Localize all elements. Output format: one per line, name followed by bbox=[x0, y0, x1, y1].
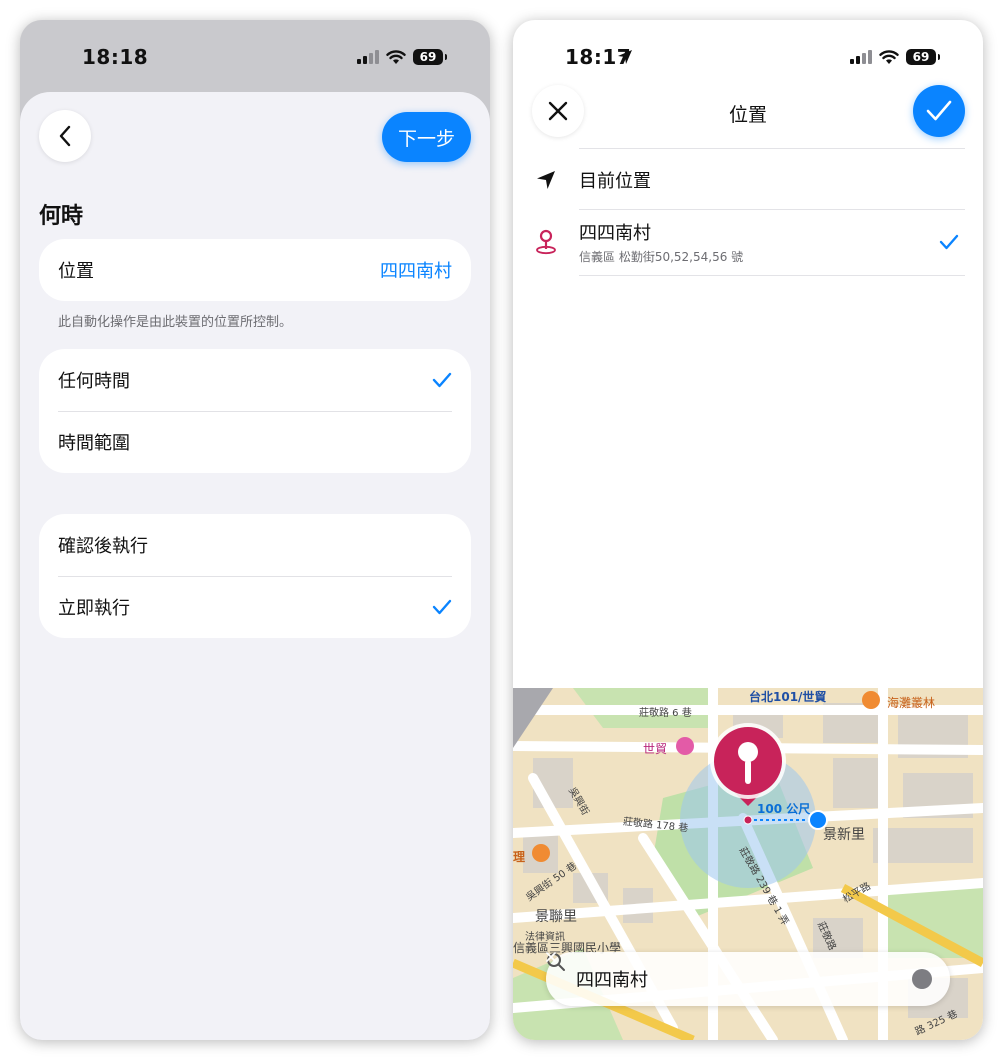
map-label: 台北101/世貿 bbox=[749, 690, 827, 704]
section-heading: 何時 bbox=[39, 204, 84, 229]
map-label: 莊敬路 6 巷 bbox=[639, 708, 692, 719]
current-location-row[interactable]: 目前位置 bbox=[513, 160, 983, 200]
clear-icon bbox=[546, 952, 556, 962]
right-phone-screen: 18:17 69 位置 目前位置 四四南村 信義區 松勤街50,52,54,56… bbox=[513, 20, 983, 1040]
wifi-icon bbox=[386, 49, 406, 64]
checkmark-icon bbox=[926, 100, 952, 121]
current-location-label: 目前位置 bbox=[579, 171, 651, 192]
automation-sheet: 下一步 何時 位置 四四南村 此自動化操作是由此裝置的位置所控制。 任何時間 時… bbox=[20, 92, 490, 1040]
status-bar: 18:18 69 bbox=[20, 20, 490, 92]
left-phone-screen: 18:18 69 下一步 何時 位置 四四南村 此自動化操作是由此裝置的位置所控… bbox=[20, 20, 490, 1040]
battery-indicator: 69 bbox=[906, 49, 940, 65]
cellular-signal-icon bbox=[357, 50, 379, 64]
run-options-card: 確認後執行 立即執行 bbox=[39, 514, 471, 638]
time-options-card: 任何時間 時間範圍 bbox=[39, 349, 471, 473]
clear-search-button[interactable] bbox=[546, 952, 932, 989]
status-icons: 69 bbox=[850, 49, 940, 65]
cellular-signal-icon bbox=[850, 50, 872, 64]
option-any-time[interactable]: 任何時間 bbox=[39, 349, 471, 411]
option-label: 立即執行 bbox=[58, 598, 130, 619]
option-label: 時間範圍 bbox=[58, 433, 130, 454]
divider bbox=[579, 209, 965, 210]
map-view[interactable]: 台北101/世貿 海灘叢林 莊敬路 6 巷 世貿 吳興街 莊敬路 178 巷 1… bbox=[513, 688, 983, 1040]
status-icons: 69 bbox=[357, 49, 447, 65]
checkmark-icon bbox=[432, 372, 452, 388]
next-button[interactable]: 下一步 bbox=[381, 112, 471, 162]
status-bar: 18:17 69 bbox=[513, 20, 983, 92]
place-text: 四四南村 信義區 松勤街50,52,54,56 號 bbox=[579, 219, 743, 265]
location-row-value: 四四南村 bbox=[380, 261, 452, 282]
place-row[interactable]: 四四南村 信義區 松勤街50,52,54,56 號 bbox=[513, 218, 983, 266]
wifi-icon bbox=[879, 49, 899, 64]
map-label: 景新里 bbox=[823, 827, 865, 843]
search-input[interactable]: 四四南村 bbox=[576, 966, 648, 992]
location-row-label: 位置 bbox=[58, 261, 94, 282]
location-row[interactable]: 位置 四四南村 bbox=[39, 239, 471, 301]
option-label: 確認後執行 bbox=[58, 536, 148, 557]
divider bbox=[579, 275, 965, 276]
location-arrow-icon bbox=[513, 170, 579, 190]
location-card: 位置 四四南村 bbox=[39, 239, 471, 301]
checkmark-icon bbox=[432, 599, 452, 615]
location-arrow-icon bbox=[618, 50, 632, 64]
option-label: 任何時間 bbox=[58, 371, 130, 392]
place-name: 四四南村 bbox=[579, 223, 651, 244]
status-time: 18:18 bbox=[82, 45, 149, 69]
map-pin-icon bbox=[513, 229, 579, 255]
search-field[interactable]: 四四南村 bbox=[546, 952, 950, 1006]
map-label: 理 bbox=[513, 850, 526, 864]
map-label: 世貿 bbox=[643, 742, 668, 756]
place-address: 信義區 松勤街50,52,54,56 號 bbox=[579, 250, 744, 264]
battery-indicator: 69 bbox=[413, 49, 447, 65]
confirm-button[interactable] bbox=[913, 85, 965, 137]
back-button[interactable] bbox=[39, 110, 91, 162]
option-run-after-confirm[interactable]: 確認後執行 bbox=[39, 514, 471, 576]
map-label: 景聯里 bbox=[535, 909, 577, 925]
location-footnote: 此自動化操作是由此裝置的位置所控制。 bbox=[58, 315, 293, 330]
option-time-range[interactable]: 時間範圍 bbox=[39, 411, 471, 473]
map-label: 海灘叢林 bbox=[887, 696, 936, 710]
radius-label: 100 公尺 bbox=[757, 802, 811, 816]
divider bbox=[579, 148, 965, 149]
checkmark-icon bbox=[939, 234, 959, 250]
option-run-immediately[interactable]: 立即執行 bbox=[39, 576, 471, 638]
chevron-left-icon bbox=[59, 125, 71, 147]
